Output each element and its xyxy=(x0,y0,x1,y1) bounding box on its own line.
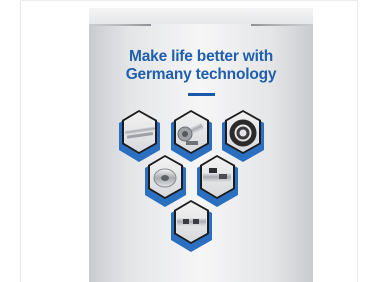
control-unit-icon xyxy=(197,155,238,207)
frame-top-border xyxy=(20,0,358,1)
promo-banner: Make life better with Germany technology xyxy=(89,8,313,282)
frame-left-border xyxy=(20,0,21,282)
motor-icon xyxy=(171,110,212,162)
aluminium-rail-icon xyxy=(119,110,160,162)
product-hex-grid xyxy=(89,8,313,282)
drive-assembly-icon xyxy=(171,200,212,252)
pulley-icon xyxy=(145,155,186,207)
toothed-belt-icon xyxy=(222,110,264,162)
frame-right-border xyxy=(357,0,358,282)
